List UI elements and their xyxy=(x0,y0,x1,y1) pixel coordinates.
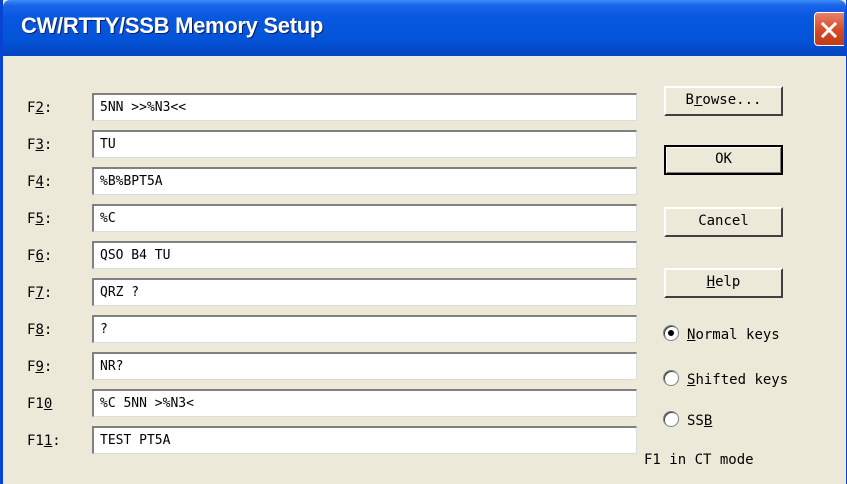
memory-f3-field[interactable]: TU xyxy=(92,130,637,158)
memory-f7-field[interactable]: QRZ ? xyxy=(92,278,637,306)
label-f7: F7: xyxy=(27,285,53,301)
close-icon xyxy=(820,21,838,39)
f1-ct-mode-note: F1 in CT mode xyxy=(644,452,754,468)
radio-shifted-keys[interactable]: Shifted keys xyxy=(663,370,788,388)
label-f4: F4: xyxy=(27,174,53,190)
label-f2: F2: xyxy=(27,100,53,116)
label-f3: F3: xyxy=(27,137,53,153)
radio-unselected-icon[interactable] xyxy=(663,370,679,386)
radio-unselected-icon[interactable] xyxy=(663,411,679,427)
title-bar[interactable]: CW/RTTY/SSB Memory Setup xyxy=(3,0,846,56)
cancel-button[interactable]: Cancel xyxy=(664,207,783,237)
memory-f9-field[interactable]: NR? xyxy=(92,352,637,380)
label-f9: F9: xyxy=(27,359,53,375)
memory-f2-field[interactable]: 5NN >>%N3<< xyxy=(92,93,637,121)
close-button[interactable] xyxy=(814,12,844,46)
browse-button[interactable]: Browse... xyxy=(664,86,783,116)
memory-f4-field[interactable]: %B%BPT5A xyxy=(92,167,637,195)
label-f5: F5: xyxy=(27,211,53,227)
memory-f10-field[interactable]: %C 5NN >%N3< xyxy=(92,389,637,417)
radio-selected-icon[interactable] xyxy=(663,325,679,341)
dialog-window: CW/RTTY/SSB Memory Setup F2: 5NN >>%N3<<… xyxy=(0,0,847,484)
ok-button[interactable]: OK xyxy=(664,145,783,175)
memory-f6-field[interactable]: QSO B4 TU xyxy=(92,241,637,269)
help-button[interactable]: Help xyxy=(664,268,783,298)
memory-f11-field[interactable]: TEST PT5A xyxy=(92,426,637,454)
window-title: CW/RTTY/SSB Memory Setup xyxy=(21,13,324,38)
label-f6: F6: xyxy=(27,248,53,264)
radio-ssb[interactable]: SSB xyxy=(663,411,712,429)
label-f10: F10 xyxy=(27,396,53,412)
memory-f8-field[interactable]: ? xyxy=(92,315,637,343)
label-f8: F8: xyxy=(27,322,53,338)
memory-f5-field[interactable]: %C xyxy=(92,204,637,232)
label-f11: F11: xyxy=(27,433,61,449)
radio-normal-keys[interactable]: Normal keys xyxy=(663,325,780,343)
